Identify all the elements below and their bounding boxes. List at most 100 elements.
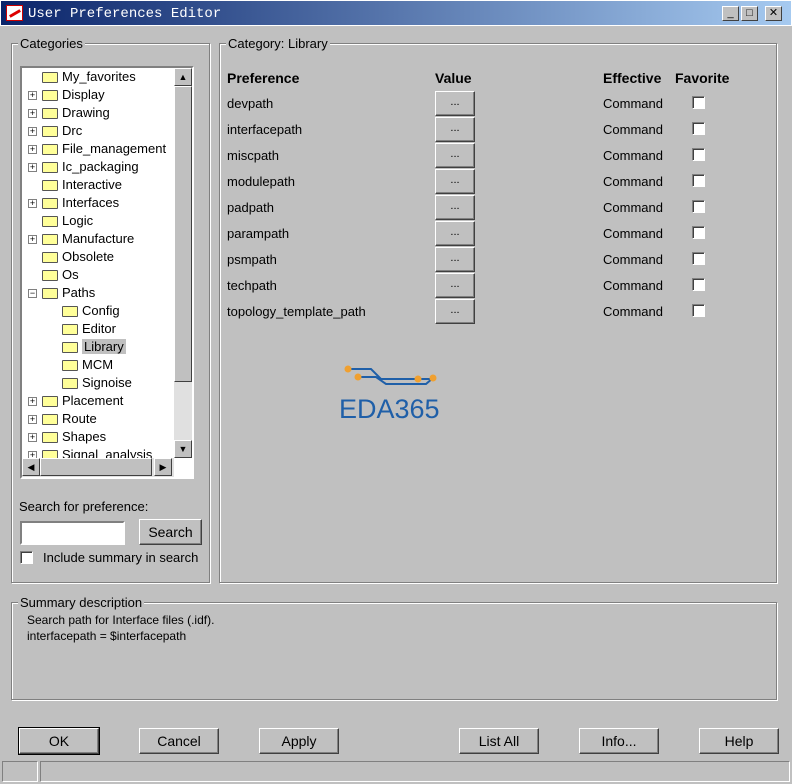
tree-item[interactable]: My_favorites [42, 68, 136, 86]
tree-item[interactable]: + Drc [28, 122, 83, 140]
folder-icon [42, 72, 58, 84]
tree-item-label: Signal_analysis [62, 447, 153, 458]
minimize-button[interactable]: _ [722, 6, 739, 21]
value-button[interactable]: ... [435, 299, 475, 324]
tree-item-label: Ic_packaging [62, 159, 139, 174]
scroll-up-button[interactable]: ▲ [174, 68, 192, 86]
tree-item[interactable]: Editor [62, 320, 116, 338]
scroll-right-button[interactable]: ▶ [154, 458, 172, 476]
window-title: User Preferences Editor [28, 6, 222, 22]
folder-icon [42, 396, 58, 408]
tree-item-label: Paths [62, 285, 96, 300]
folder-icon [62, 324, 78, 336]
tree-item-label: Drc [62, 123, 83, 138]
tree-item-label: Interfaces [62, 195, 120, 210]
favorite-checkbox[interactable] [692, 122, 705, 135]
expand-icon[interactable]: + [28, 145, 37, 154]
scroll-thumb[interactable] [174, 86, 192, 382]
value-button[interactable]: ... [435, 247, 475, 272]
folder-icon [42, 126, 58, 138]
search-button[interactable]: Search [139, 519, 202, 545]
include-summary-checkbox[interactable] [20, 551, 33, 564]
favorite-checkbox[interactable] [692, 96, 705, 109]
collapse-icon[interactable]: − [28, 289, 37, 298]
list-all-button[interactable]: List All [459, 728, 539, 754]
expand-icon[interactable]: + [28, 451, 37, 458]
maximize-button[interactable]: □ [741, 6, 758, 21]
expand-icon[interactable]: + [28, 235, 37, 244]
favorite-checkbox[interactable] [692, 252, 705, 265]
hscroll-thumb[interactable] [40, 458, 152, 476]
tree-item[interactable]: Obsolete [42, 248, 114, 266]
value-button[interactable]: ... [435, 117, 475, 142]
tree-item-label: Editor [82, 321, 116, 336]
expand-icon[interactable]: + [28, 163, 37, 172]
tree-item-label: Os [62, 267, 79, 282]
tree-item[interactable]: + File_management [28, 140, 166, 158]
scroll-down-button[interactable]: ▼ [174, 440, 192, 458]
vertical-scrollbar[interactable]: ▲ ▼ [174, 68, 192, 458]
expand-icon[interactable]: + [28, 433, 37, 442]
tree-item[interactable]: + Ic_packaging [28, 158, 139, 176]
header-preference: Preference [227, 70, 300, 86]
preference-name: interfacepath [227, 122, 303, 137]
tree-item[interactable]: + Route [28, 410, 97, 428]
tree-item[interactable]: Logic [42, 212, 93, 230]
category-tree[interactable]: My_favorites + Display + Drawing + Drc + File_ma… [20, 66, 194, 479]
folder-icon [42, 432, 58, 444]
header-favorite: Favorite [675, 70, 730, 86]
tree-item[interactable]: + Drawing [28, 104, 110, 122]
tree-item[interactable]: + Interfaces [28, 194, 120, 212]
favorite-checkbox[interactable] [692, 174, 705, 187]
apply-button[interactable]: Apply [259, 728, 339, 754]
favorite-checkbox[interactable] [692, 304, 705, 317]
expand-icon[interactable]: + [28, 415, 37, 424]
tree-item[interactable]: + Placement [28, 392, 123, 410]
tree-item[interactable]: − Paths [28, 284, 96, 302]
app-icon [6, 5, 23, 21]
ok-button[interactable]: OK [18, 727, 100, 755]
close-button[interactable]: ✕ [765, 6, 782, 21]
favorite-checkbox[interactable] [692, 200, 705, 213]
tree-item[interactable]: MCM [62, 356, 113, 374]
value-button[interactable]: ... [435, 195, 475, 220]
cancel-button[interactable]: Cancel [139, 728, 219, 754]
expand-icon[interactable]: + [28, 109, 37, 118]
favorite-checkbox[interactable] [692, 148, 705, 161]
value-button[interactable]: ... [435, 143, 475, 168]
tree-item[interactable]: Config [62, 302, 120, 320]
scroll-left-button[interactable]: ◀ [22, 458, 40, 476]
include-summary-label: Include summary in search [43, 550, 199, 565]
tree-item[interactable]: + Manufacture [28, 230, 134, 248]
horizontal-scrollbar[interactable]: ◀ ▶ [22, 458, 174, 477]
effective-value: Command [603, 278, 663, 293]
tree-item[interactable]: + Shapes [28, 428, 106, 446]
value-button[interactable]: ... [435, 221, 475, 246]
info-button[interactable]: Info... [579, 728, 659, 754]
favorite-checkbox[interactable] [692, 278, 705, 291]
effective-value: Command [603, 252, 663, 267]
tree-item[interactable]: Interactive [42, 176, 122, 194]
value-button[interactable]: ... [435, 91, 475, 116]
tree-item-label: Obsolete [62, 249, 115, 264]
tree-item[interactable]: + Signal_analysis [28, 446, 153, 458]
preference-name: devpath [227, 96, 274, 111]
favorite-checkbox[interactable] [692, 226, 705, 239]
expand-icon[interactable]: + [28, 91, 37, 100]
expand-icon[interactable]: + [28, 127, 37, 136]
preference-name: techpath [227, 278, 277, 293]
value-button[interactable]: ... [435, 169, 475, 194]
tree-item-label: Logic [62, 213, 94, 228]
expand-icon[interactable]: + [28, 397, 37, 406]
help-button[interactable]: Help [699, 728, 779, 754]
folder-icon [42, 198, 58, 210]
tree-item[interactable]: Os [42, 266, 79, 284]
tree-item[interactable]: Signoise [62, 374, 132, 392]
search-input[interactable] [20, 521, 125, 545]
expand-icon[interactable]: + [28, 199, 37, 208]
tree-item[interactable]: Library [62, 338, 126, 356]
tree-item[interactable]: + Display [28, 86, 105, 104]
folder-icon [62, 306, 78, 318]
header-effective: Effective [603, 70, 662, 86]
value-button[interactable]: ... [435, 273, 475, 298]
